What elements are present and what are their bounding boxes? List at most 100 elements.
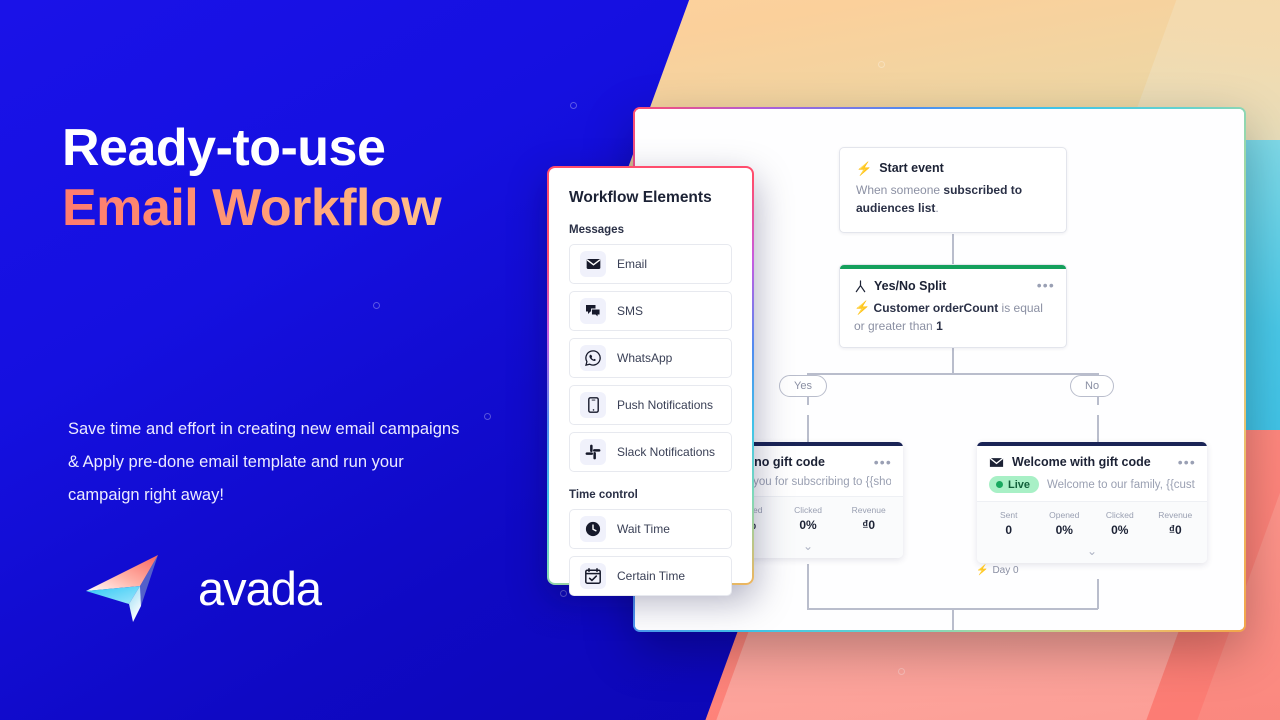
card-menu-button[interactable]: ••• bbox=[1178, 455, 1196, 469]
stat-value: 0% bbox=[1111, 523, 1129, 537]
element-label: SMS bbox=[617, 304, 644, 318]
email-card-with-gift-code[interactable]: ••• Welcome with gift code Live Welcome … bbox=[977, 442, 1207, 563]
card-subtitle-text: Welcome to our family, {{customer… bbox=[1047, 478, 1195, 491]
stat-label: Sent bbox=[1000, 510, 1018, 520]
element-item-wait-time[interactable]: Wait Time bbox=[569, 509, 732, 549]
element-label: Push Notifications bbox=[617, 398, 714, 412]
stat-value: 0% bbox=[1055, 523, 1073, 537]
whatsapp-icon bbox=[580, 345, 606, 371]
element-item-slack-notifications[interactable]: Slack Notifications bbox=[569, 432, 732, 472]
stat-label: Revenue bbox=[1158, 510, 1193, 520]
avada-logo: avada bbox=[84, 552, 322, 624]
element-label: WhatsApp bbox=[617, 351, 673, 365]
stat-item: Revenue ₫0 bbox=[1148, 510, 1204, 537]
panel-title: Workflow Elements bbox=[569, 189, 712, 206]
day-lightning-icon: ⚡ bbox=[976, 565, 989, 576]
split-node-condition: ⚡ Customer orderCount is equal or greate… bbox=[854, 299, 1052, 335]
element-item-email[interactable]: Email bbox=[569, 244, 732, 284]
connector-merge-down bbox=[952, 608, 954, 630]
mobile-phone-icon bbox=[580, 392, 606, 418]
clock-icon bbox=[580, 516, 606, 542]
stat-item: Revenue ₫0 bbox=[838, 505, 899, 532]
avada-logo-mark bbox=[86, 555, 158, 622]
start-event-description: When someone subscribed to audiences lis… bbox=[856, 181, 1050, 217]
decorative-dot bbox=[484, 413, 491, 420]
start-event-desc-pre: When someone bbox=[856, 183, 944, 197]
stat-value: 0% bbox=[799, 518, 817, 532]
card-expand-chevron-icon[interactable]: ⌄ bbox=[977, 541, 1207, 563]
card-menu-button[interactable]: ••• bbox=[874, 455, 892, 469]
split-node-body: ••• Yes/No Split ⚡ Customer orderCount i… bbox=[840, 269, 1066, 347]
element-label: Slack Notifications bbox=[617, 445, 716, 459]
card-stats-row: Sent 0 Opened 0% Clicked 0% Revenue ₫0 bbox=[977, 502, 1207, 541]
live-status-dot-icon bbox=[996, 481, 1003, 488]
stat-label: Clicked bbox=[1105, 510, 1134, 520]
decorative-dot bbox=[878, 61, 885, 68]
stat-label: Clicked bbox=[794, 505, 822, 515]
connector-yes-card-down bbox=[807, 564, 809, 609]
panel-group-label-time-control: Time control bbox=[569, 489, 638, 501]
stat-item: Clicked 0% bbox=[1092, 510, 1148, 537]
start-event-node[interactable]: ⚡ Start event When someone subscribed to… bbox=[839, 147, 1067, 233]
stat-label: Opened bbox=[1049, 510, 1080, 520]
day-label-text: Day 0 bbox=[992, 565, 1019, 576]
start-event-title: Start event bbox=[879, 161, 944, 175]
element-item-push-notifications[interactable]: Push Notifications bbox=[569, 385, 732, 425]
element-label: Wait Time bbox=[617, 522, 670, 536]
decorative-dot bbox=[570, 102, 577, 109]
page-title: Ready-to-use Email Workflow bbox=[62, 118, 532, 239]
element-label: Email bbox=[617, 257, 648, 271]
stat-item: Opened 0% bbox=[1037, 510, 1093, 537]
slack-icon bbox=[580, 439, 606, 465]
headline-line-2: Email Workflow bbox=[62, 178, 532, 238]
stat-item: Clicked 0% bbox=[778, 505, 839, 532]
card-header: ••• Welcome with gift code Live Welcome … bbox=[977, 446, 1207, 502]
decorative-dot bbox=[898, 668, 905, 675]
connector-branch-horizontal bbox=[807, 373, 1098, 375]
envelope-icon bbox=[989, 457, 1004, 467]
card-title-text: Welcome with gift code bbox=[1012, 455, 1151, 469]
live-badge-label: Live bbox=[1008, 478, 1031, 491]
avada-logo-text: avada bbox=[198, 561, 322, 615]
connector-split-to-branch bbox=[952, 347, 954, 374]
stat-value: 0 bbox=[1005, 523, 1013, 537]
split-node-title-row: Yes/No Split bbox=[854, 279, 1052, 293]
element-item-whatsapp[interactable]: WhatsApp bbox=[569, 338, 732, 378]
lightning-bolt-icon: ⚡ bbox=[856, 160, 873, 176]
panel-group-label-messages: Messages bbox=[569, 224, 624, 236]
stat-value: ₫0 bbox=[862, 518, 876, 532]
calendar-check-icon bbox=[580, 563, 606, 589]
headline-line-1: Ready-to-use bbox=[62, 119, 386, 177]
hero-subcopy: Save time and effort in creating new ema… bbox=[68, 420, 460, 504]
yes-no-split-node[interactable]: ••• Yes/No Split ⚡ Customer orderCount i… bbox=[839, 264, 1067, 348]
day-delay-label: ⚡ Day 0 bbox=[976, 565, 1019, 576]
status-badge-live: Live bbox=[989, 476, 1040, 493]
stat-item: Sent 0 bbox=[981, 510, 1037, 537]
branch-pill-yes[interactable]: Yes bbox=[779, 375, 827, 397]
connector-start-to-split bbox=[952, 234, 954, 264]
card-subtitle-row: Live Welcome to our family, {{customer… bbox=[989, 476, 1195, 493]
decorative-dot bbox=[560, 590, 567, 597]
workflow-elements-panel-inner: Workflow Elements Messages Email SMS Wha… bbox=[549, 168, 752, 596]
condition-field: Customer orderCount bbox=[873, 301, 999, 315]
start-event-desc-post: . bbox=[935, 201, 939, 215]
element-label: Certain Time bbox=[617, 569, 686, 583]
chat-bubbles-icon bbox=[580, 298, 606, 324]
workflow-elements-panel: Workflow Elements Messages Email SMS Wha… bbox=[547, 166, 754, 596]
decorative-dot bbox=[373, 302, 380, 309]
split-branch-icon bbox=[855, 279, 866, 292]
envelope-icon bbox=[580, 251, 606, 277]
card-title-row: Welcome with gift code bbox=[989, 455, 1195, 469]
stat-label: Revenue bbox=[851, 505, 886, 515]
split-node-title: Yes/No Split bbox=[874, 279, 947, 293]
connector-no-card-down bbox=[1097, 579, 1099, 609]
stat-value: ₫0 bbox=[1168, 523, 1182, 537]
element-item-certain-time[interactable]: Certain Time bbox=[569, 556, 732, 596]
element-item-sms[interactable]: SMS bbox=[569, 291, 732, 331]
branch-pill-no[interactable]: No bbox=[1070, 375, 1115, 397]
condition-lightning-icon: ⚡ bbox=[854, 300, 871, 315]
start-event-title-row: ⚡ Start event bbox=[856, 161, 1050, 175]
hero-text-block: Ready-to-use Email Workflow bbox=[62, 118, 532, 239]
condition-value: 1 bbox=[936, 319, 943, 333]
split-node-menu-button[interactable]: ••• bbox=[1037, 278, 1055, 292]
